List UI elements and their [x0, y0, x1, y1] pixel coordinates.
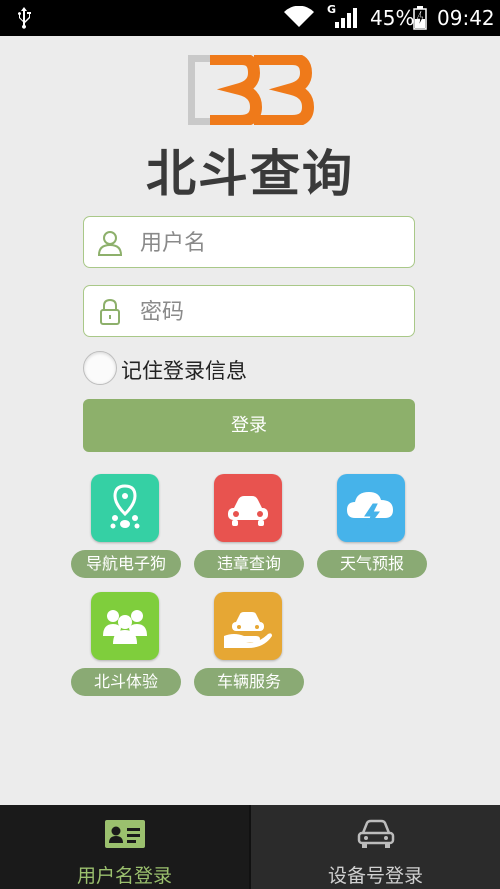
tile-vehicle-service[interactable]: 车辆服务: [194, 592, 308, 702]
id-card-icon: [105, 820, 145, 848]
tile-vehicle-service-box[interactable]: [214, 592, 282, 660]
tile-vehicle-service-label: 车辆服务: [194, 668, 304, 696]
bottom-nav: 用户名登录 设备号登录: [0, 805, 500, 889]
tile-weather-label: 天气预报: [317, 550, 427, 578]
password-field[interactable]: [83, 285, 415, 337]
username-field[interactable]: [83, 216, 415, 268]
cloud-lightning-icon: [347, 492, 393, 529]
tab-device-login[interactable]: 设备号登录: [251, 805, 500, 889]
lock-icon: [100, 298, 120, 325]
usb-icon: [18, 7, 31, 29]
car-front-icon: [357, 819, 395, 848]
remember-radio[interactable]: [83, 351, 117, 385]
user-icon: [97, 231, 123, 256]
tile-beidou-experience-box[interactable]: [91, 592, 159, 660]
tile-violation-query[interactable]: 违章查询: [194, 474, 308, 584]
tab-username-login-label: 用户名登录: [76, 865, 172, 887]
tile-weather[interactable]: 天气预报: [317, 474, 431, 584]
clock: 09:42: [437, 6, 495, 30]
tile-weather-box[interactable]: [337, 474, 405, 542]
username-input[interactable]: [138, 225, 402, 261]
tile-beidou-experience-label: 北斗体验: [71, 668, 181, 696]
tile-navigation-dog[interactable]: 导航电子狗: [71, 474, 185, 584]
battery-charging-icon: [413, 6, 427, 30]
bdsjb-logo-icon: [188, 55, 315, 125]
remember-label: 记住登录信息: [121, 359, 247, 383]
tile-navigation-dog-label: 导航电子狗: [71, 550, 181, 578]
login-button[interactable]: 登录: [83, 399, 415, 452]
password-input[interactable]: [138, 294, 402, 330]
car-in-hand-icon: [224, 612, 272, 648]
tile-violation-query-label: 违章查询: [194, 550, 304, 578]
tile-violation-query-box[interactable]: [214, 474, 282, 542]
location-pin-icon: [110, 484, 140, 529]
car-icon: [228, 496, 268, 526]
status-bar: G 45% 09:42: [0, 0, 500, 36]
app-title: 北斗查询: [146, 145, 354, 203]
signal-icon: [335, 8, 357, 28]
wifi-icon: [284, 6, 314, 27]
people-icon: [103, 610, 147, 644]
tile-navigation-dog-box[interactable]: [91, 474, 159, 542]
tab-device-login-label: 设备号登录: [327, 865, 423, 887]
battery-percent: 45%: [370, 6, 415, 30]
tile-beidou-experience[interactable]: 北斗体验: [71, 592, 185, 702]
tab-username-login[interactable]: 用户名登录: [0, 805, 249, 889]
